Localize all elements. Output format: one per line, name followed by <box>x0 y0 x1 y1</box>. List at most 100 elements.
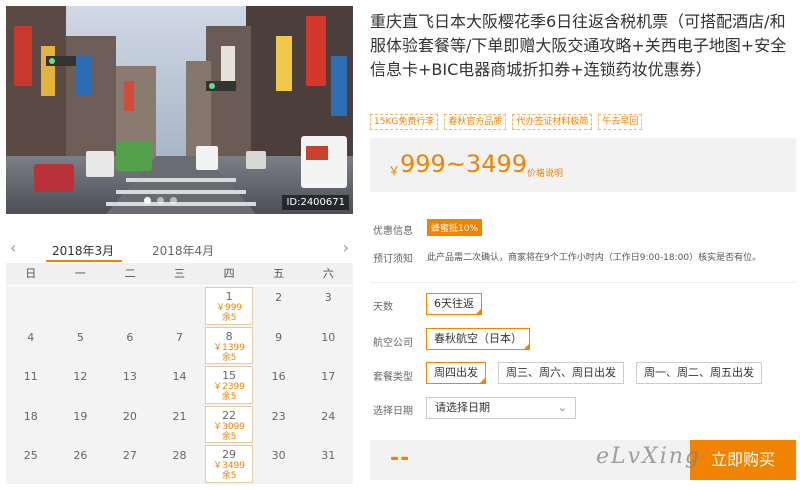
calendar-day: 12 <box>56 365 106 405</box>
option-package-mon-tue-fri[interactable]: 周一、周二、周五出发 <box>636 362 762 384</box>
calendar-day: 21 <box>155 405 205 445</box>
chevron-right-icon[interactable]: › <box>343 238 349 257</box>
day-number: 9 <box>275 330 283 344</box>
day-price: ￥999 <box>215 303 243 313</box>
calendar-day: 13 <box>105 365 155 405</box>
calendar-grid: 1 ￥999 余5 2 3 4 5 6 7 8 ￥1399 余5 9 10 11 12 13 14 15 ￥2399 余… <box>6 286 353 484</box>
day-number: 12 <box>73 370 88 384</box>
day-price: ￥3099 <box>213 421 246 432</box>
carousel-dot[interactable] <box>144 197 151 204</box>
calendar-day[interactable]: 1 ￥999 余5 <box>205 287 253 325</box>
notice-text: 此产品需二次确认，商家将在9个工作小时内（工作日9:00-18:00）核实是否有… <box>427 253 762 263</box>
carousel-dot[interactable] <box>170 197 177 204</box>
day-number: 15 <box>222 369 237 383</box>
day-number: 6 <box>126 330 134 344</box>
calendar-empty-cell <box>155 286 205 326</box>
product-photo[interactable]: ID:2400671 <box>6 6 353 214</box>
promo-label: 优惠信息 <box>373 226 413 237</box>
day-number: 4 <box>27 330 35 344</box>
day-number: 3 <box>324 291 332 304</box>
product-tags: 15KG免费行李 春秋官方品质 代办签证材料极简 午去早回 <box>370 114 643 130</box>
days-label: 天数 <box>373 302 393 313</box>
option-days[interactable]: 6天往返 <box>426 293 482 315</box>
calendar-day[interactable]: 29 ￥3499 余5 <box>205 445 253 483</box>
day-number: 29 <box>222 448 237 462</box>
day-price: ￥3499 <box>213 461 246 472</box>
weekday-label: 日 <box>25 267 37 280</box>
calendar-day: 30 <box>254 444 304 484</box>
calendar-empty-cell <box>6 286 56 326</box>
calendar-day[interactable]: 15 ￥2399 余5 <box>205 366 253 404</box>
day-number: 20 <box>122 409 137 423</box>
feature-tag: 春秋官方品质 <box>444 114 507 130</box>
total-price: -- <box>390 446 411 471</box>
option-package-thu[interactable]: 周四出发 <box>426 362 486 384</box>
seats-left: 余5 <box>221 313 237 323</box>
buy-bar: -- 立即购买 <box>370 440 796 480</box>
calendar-day[interactable]: 8 ￥1399 余5 <box>205 326 253 365</box>
calendar-day: 9 <box>254 326 304 366</box>
day-number: 31 <box>321 449 336 463</box>
calendar-day: 27 <box>105 444 155 484</box>
option-airline[interactable]: 春秋航空（日本） <box>426 328 530 350</box>
day-number: 7 <box>175 330 183 344</box>
calendar-day: 19 <box>56 405 106 445</box>
calendar-weekday-header: 日 一 二 三 四 五 六 <box>6 263 353 285</box>
airline-label: 航空公司 <box>373 338 413 349</box>
date-select[interactable]: 请选择日期 ⌄ <box>426 397 576 419</box>
active-month-underline <box>46 260 122 262</box>
calendar-day: 28 <box>155 444 205 484</box>
section-divider <box>370 282 796 283</box>
calendar-day: 16 <box>254 365 304 405</box>
feature-tag: 午去早回 <box>598 114 643 130</box>
calendar-day: 25 <box>6 444 56 484</box>
price-panel: ￥ 999~3499 价格说明 <box>370 138 796 192</box>
seats-left: 余5 <box>221 392 237 403</box>
price-note-link[interactable]: 价格说明 <box>527 166 563 179</box>
calendar-day: 26 <box>56 444 106 484</box>
calendar-empty-cell <box>56 286 106 326</box>
buy-now-button[interactable]: 立即购买 <box>690 440 796 480</box>
day-number: 5 <box>76 330 84 344</box>
calendar-day: 20 <box>105 405 155 445</box>
day-number: 16 <box>271 370 286 384</box>
promo-badge[interactable]: 蜂蜜抵10% <box>427 219 483 236</box>
tab-month-march[interactable]: 2018年3月 <box>52 242 114 259</box>
calendar-day: 31 <box>303 444 353 484</box>
day-number: 24 <box>321 409 336 423</box>
weekday-label: 二 <box>124 267 136 280</box>
carousel-dots[interactable] <box>144 197 177 204</box>
day-number: 17 <box>321 370 336 384</box>
day-price: ￥2399 <box>213 382 246 393</box>
day-number: 19 <box>73 409 88 423</box>
calendar-day[interactable]: 22 ￥3099 余5 <box>205 405 253 444</box>
day-number: 11 <box>23 370 38 384</box>
carousel-dot[interactable] <box>157 197 164 204</box>
calendar-day: 10 <box>303 326 353 366</box>
day-number: 27 <box>122 449 137 463</box>
calendar-day: 4 <box>6 326 56 366</box>
chevron-left-icon[interactable]: ‹ <box>10 238 16 257</box>
day-number: 30 <box>271 449 286 463</box>
day-number: 28 <box>172 449 187 463</box>
calendar-day: 23 <box>254 405 304 445</box>
day-number: 14 <box>172 370 187 384</box>
currency-symbol: ￥ <box>388 164 401 178</box>
option-package-wed-sat-sun[interactable]: 周三、周六、周日出发 <box>498 362 624 384</box>
seats-left: 余5 <box>221 471 237 482</box>
photo-id-label: ID:2400671 <box>282 195 349 210</box>
calendar-day: 24 <box>303 405 353 445</box>
calendar-day: 5 <box>56 326 106 366</box>
day-number: 22 <box>222 408 237 422</box>
weekday-label: 四 <box>223 267 235 280</box>
day-price: ￥1399 <box>213 342 246 353</box>
calendar-day: 11 <box>6 365 56 405</box>
notice-label: 预订须知 <box>373 254 413 265</box>
day-number: 26 <box>73 449 88 463</box>
chevron-down-icon: ⌄ <box>557 401 567 414</box>
calendar-day: 14 <box>155 365 205 405</box>
tab-month-april[interactable]: 2018年4月 <box>152 242 214 259</box>
calendar-empty-cell <box>105 286 155 326</box>
weekday-label: 一 <box>74 267 86 280</box>
day-number: 8 <box>225 329 233 343</box>
